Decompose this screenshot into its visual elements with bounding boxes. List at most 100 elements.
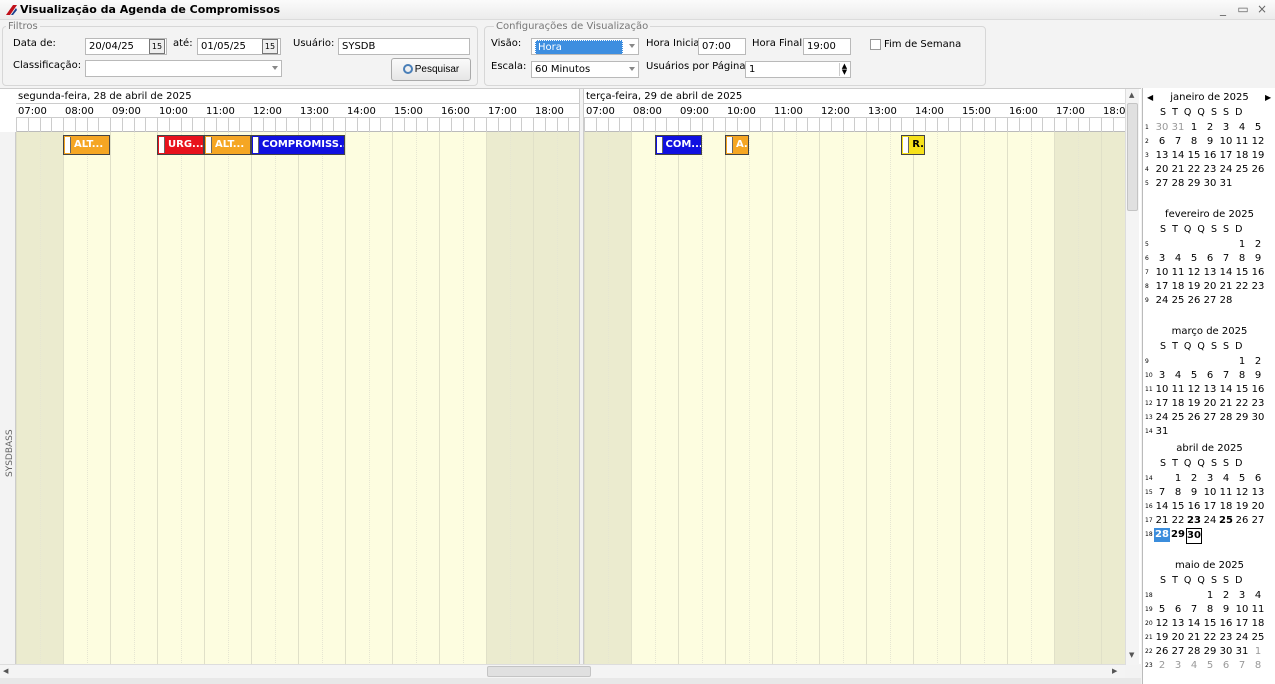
weekend-checkbox[interactable] [870,39,881,50]
calendar-day[interactable]: 1 [1234,238,1250,252]
calendar-day[interactable]: 5 [1234,472,1250,486]
calendar-day[interactable]: 26 [1154,645,1170,659]
calendar-day[interactable]: 11 [1234,135,1250,149]
calendar-day[interactable]: 4 [1234,121,1250,135]
calendar-day[interactable]: 17 [1154,397,1170,411]
calendar-day[interactable]: 23 [1202,163,1218,177]
calendar-day[interactable]: 19 [1154,631,1170,645]
calendar-day[interactable]: 14 [1218,266,1234,280]
calendar-day[interactable]: 7 [1170,135,1186,149]
calendar-day[interactable]: 8 [1170,486,1186,500]
calendar-day[interactable]: 14 [1186,617,1202,631]
calendar-day[interactable]: 20 [1202,280,1218,294]
scroll-thumb[interactable] [1127,103,1138,211]
calendar-day[interactable]: 7 [1218,369,1234,383]
calendar-day[interactable]: 31 [1154,425,1170,439]
calendar-day[interactable]: 13 [1154,149,1170,163]
calendar-day[interactable]: 28 [1186,645,1202,659]
calendar-day[interactable]: 19 [1186,280,1202,294]
appointment[interactable]: ALT... [63,135,110,155]
view-select[interactable]: Hora [531,38,639,55]
calendar-day[interactable]: 11 [1170,383,1186,397]
calendar-day[interactable]: 3 [1154,369,1170,383]
calendar-day[interactable]: 16 [1218,617,1234,631]
calendar-day[interactable]: 11 [1218,486,1234,500]
calendar-day[interactable]: 1 [1250,645,1266,659]
calendar-day[interactable]: 26 [1186,294,1202,308]
close-button[interactable]: × [1254,2,1270,16]
calendar-day[interactable]: 7 [1218,252,1234,266]
calendar-day[interactable]: 18 [1170,280,1186,294]
calendar-day[interactable]: 24 [1218,163,1234,177]
calendar-day[interactable]: 10 [1154,266,1170,280]
start-hour-field[interactable]: 07:00 [698,38,746,55]
calendar-day[interactable]: 1 [1186,121,1202,135]
calendar-day[interactable]: 12 [1186,266,1202,280]
calendar-day[interactable]: 4 [1186,659,1202,673]
date-from-calendar-icon[interactable]: 15 [149,39,165,54]
calendar-day[interactable]: 28 [1218,411,1234,425]
calendar-day[interactable]: 15 [1170,500,1186,514]
calendar-day[interactable]: 6 [1154,135,1170,149]
calendar-day[interactable]: 11 [1170,266,1186,280]
calendar-day[interactable]: 31 [1170,121,1186,135]
calendar-day[interactable]: 27 [1250,514,1266,528]
calendar-day[interactable]: 21 [1170,163,1186,177]
calendar-day[interactable]: 10 [1154,383,1170,397]
calendar-day[interactable]: 14 [1218,383,1234,397]
calendar-day[interactable]: 2 [1186,472,1202,486]
calendar-day[interactable]: 28 [1170,177,1186,191]
calendar-day[interactable]: 5 [1186,369,1202,383]
calendar-day[interactable]: 6 [1202,369,1218,383]
calendar-day[interactable]: 23 [1250,397,1266,411]
appointment[interactable]: ALT... [204,135,251,155]
next-month-icon[interactable]: ▶ [1265,93,1271,102]
calendar-day[interactable]: 8 [1186,135,1202,149]
appointment[interactable]: COM... [654,135,702,155]
calendar-day[interactable]: 12 [1234,486,1250,500]
calendar-day[interactable]: 30 [1186,528,1202,544]
calendar-day[interactable]: 20 [1250,500,1266,514]
calendar-day[interactable]: 27 [1154,177,1170,191]
calendar-day[interactable]: 16 [1186,500,1202,514]
calendar-day[interactable]: 3 [1218,121,1234,135]
calendar-day[interactable]: 9 [1250,369,1266,383]
calendar-day[interactable]: 17 [1154,280,1170,294]
calendar-day[interactable]: 24 [1154,411,1170,425]
calendar-day[interactable]: 25 [1218,514,1234,528]
calendar-day[interactable]: 19 [1250,149,1266,163]
calendar-day[interactable]: 20 [1202,397,1218,411]
calendar-day[interactable]: 11 [1250,603,1266,617]
scroll-left-icon[interactable]: ◀ [3,667,8,675]
calendar-day[interactable]: 31 [1234,645,1250,659]
calendar-day[interactable]: 6 [1218,659,1234,673]
calendar-day[interactable]: 25 [1170,294,1186,308]
scale-select[interactable]: 60 Minutos [531,61,639,78]
calendar-day[interactable]: 22 [1186,163,1202,177]
calendar-day[interactable]: 9 [1186,486,1202,500]
calendar-day[interactable]: 1 [1202,589,1218,603]
calendar-day[interactable]: 9 [1202,135,1218,149]
calendar-day[interactable]: 2 [1154,659,1170,673]
calendar-day[interactable]: 30 [1250,411,1266,425]
calendar-day[interactable]: 25 [1170,411,1186,425]
calendar-day[interactable]: 6 [1170,603,1186,617]
calendar-day[interactable]: 30 [1202,177,1218,191]
calendar-day[interactable]: 14 [1154,500,1170,514]
calendar-day[interactable]: 2 [1250,238,1266,252]
calendar-day[interactable]: 21 [1218,280,1234,294]
calendar-day[interactable]: 18 [1218,500,1234,514]
users-per-page-field[interactable]: 1 ▲ ▼ [745,61,851,78]
calendar-day[interactable]: 2 [1218,589,1234,603]
calendar-day[interactable]: 23 [1218,631,1234,645]
calendar-day[interactable]: 4 [1170,252,1186,266]
calendar-day[interactable]: 17 [1234,617,1250,631]
calendar-day[interactable]: 15 [1234,266,1250,280]
calendar-day[interactable]: 13 [1202,383,1218,397]
calendar-day[interactable]: 15 [1234,383,1250,397]
calendar-day[interactable]: 19 [1234,500,1250,514]
calendar-day[interactable]: 20 [1154,163,1170,177]
calendar-day[interactable]: 27 [1170,645,1186,659]
classification-select[interactable] [85,60,282,77]
calendar-day[interactable]: 9 [1218,603,1234,617]
